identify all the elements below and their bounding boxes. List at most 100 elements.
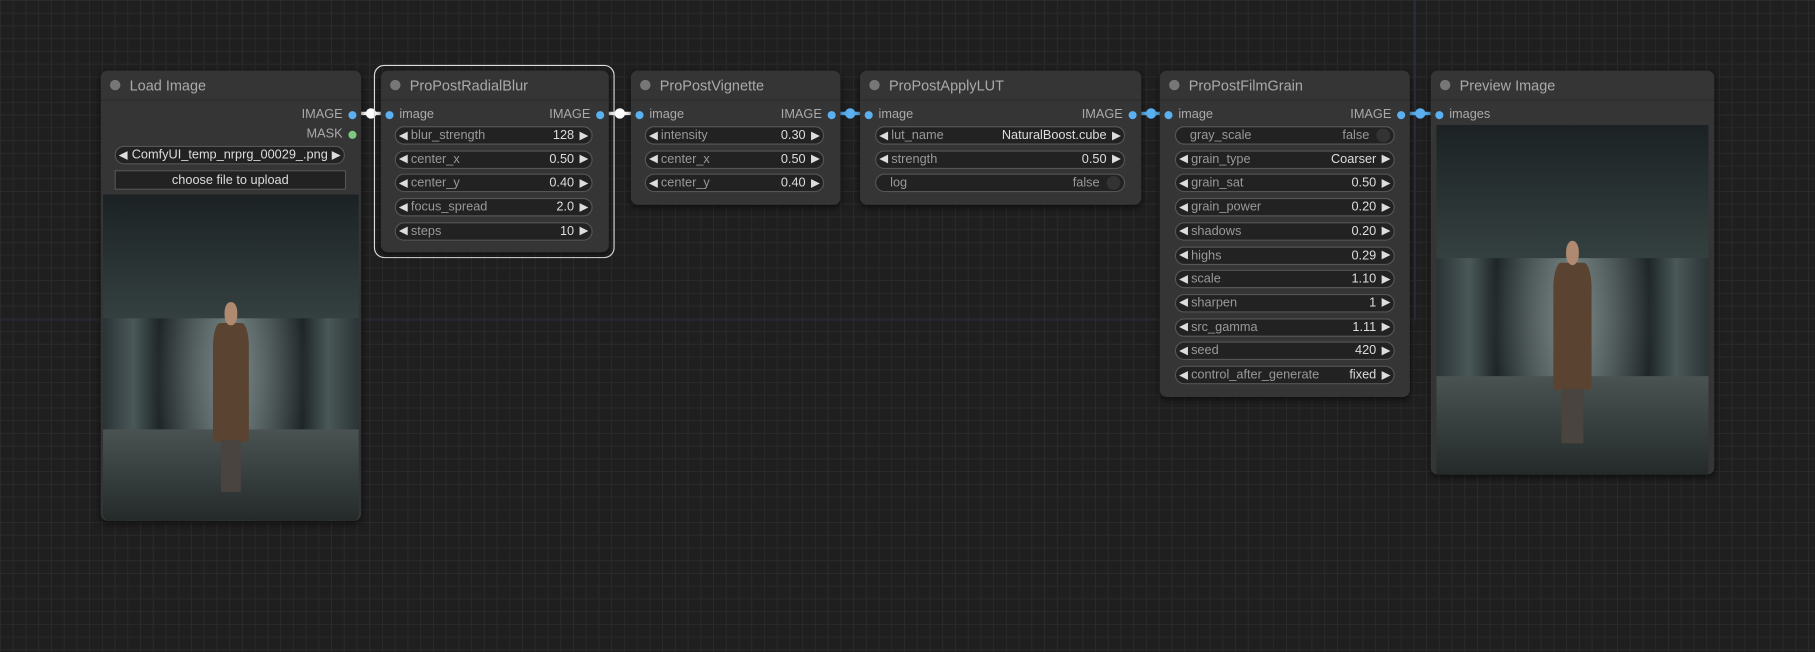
widget-focus-spread[interactable]: ◀ focus_spread 2.0 ▶ (394, 198, 593, 217)
link-center-marker[interactable] (1145, 108, 1157, 119)
input-image[interactable]: image (1164, 106, 1213, 122)
output-image[interactable]: IMAGE (549, 106, 605, 122)
arrow-left-icon[interactable]: ◀ (396, 177, 411, 190)
arrow-right-icon[interactable]: ▶ (1109, 129, 1124, 142)
arrow-right-icon[interactable]: ▶ (808, 129, 823, 142)
collapse-dot-icon[interactable] (869, 79, 880, 91)
widget-log[interactable]: log false (875, 174, 1126, 193)
arrow-right-icon[interactable]: ▶ (1109, 153, 1124, 166)
arrow-right-icon[interactable]: ▶ (1379, 273, 1394, 286)
arrow-left-icon[interactable]: ◀ (1176, 273, 1191, 286)
arrow-left-icon[interactable]: ◀ (1176, 249, 1191, 262)
input-images[interactable]: images (1435, 106, 1490, 122)
widget-lut-name[interactable]: ◀ lut_name NaturalBoost.cube ▶ (875, 126, 1126, 145)
widget-center-y[interactable]: ◀ center_y 0.40 ▶ (644, 174, 825, 193)
slot-pin-icon[interactable] (827, 110, 836, 119)
widget-strength[interactable]: ◀ strength 0.50 ▶ (875, 150, 1126, 169)
widget-intensity[interactable]: ◀ intensity 0.30 ▶ (644, 126, 825, 145)
input-image[interactable]: image (864, 106, 913, 122)
arrow-left-icon[interactable]: ◀ (646, 129, 661, 142)
node-title[interactable]: Preview Image (1430, 71, 1715, 101)
arrow-right-icon[interactable]: ▶ (1379, 177, 1394, 190)
widget-gray-scale[interactable]: gray_scale false (1174, 126, 1395, 145)
widget-shadows[interactable]: ◀ shadows 0.20 ▶ (1174, 222, 1395, 241)
arrow-right-icon[interactable]: ▶ (1379, 345, 1394, 358)
arrow-right-icon[interactable]: ▶ (576, 201, 591, 214)
widget-control-after-generate[interactable]: ◀ control_after_generate fixed ▶ (1174, 365, 1395, 385)
node-title[interactable]: ProPostApplyLUT (860, 71, 1142, 101)
slot-pin-icon[interactable] (348, 130, 357, 139)
slot-pin-icon[interactable] (385, 110, 394, 119)
output-mask[interactable]: MASK (307, 126, 357, 142)
widget-steps[interactable]: ◀ steps 10 ▶ (394, 222, 593, 241)
node-propost-radial-blur[interactable]: ProPostRadialBlur image IMAGE ◀ blur_stren… (380, 70, 609, 253)
link-center-marker[interactable] (614, 108, 626, 119)
collapse-dot-icon[interactable] (1169, 79, 1180, 91)
upload-button[interactable]: choose file to upload (114, 170, 347, 190)
widget-src-gamma[interactable]: ◀ src_gamma 1.11 ▶ (1174, 317, 1395, 337)
collapse-dot-icon[interactable] (390, 79, 401, 91)
widget-blur-strength[interactable]: ◀ blur_strength 128 ▶ (394, 126, 593, 145)
arrow-right-icon[interactable]: ▶ (576, 225, 591, 238)
arrow-left-icon[interactable]: ◀ (116, 149, 131, 162)
output-image[interactable]: IMAGE (781, 106, 836, 122)
widget-grain-sat[interactable]: ◀ grain_sat 0.50 ▶ (1174, 174, 1395, 193)
arrow-left-icon[interactable]: ◀ (1176, 321, 1191, 334)
arrow-right-icon[interactable]: ▶ (1379, 225, 1394, 238)
arrow-right-icon[interactable]: ▶ (808, 177, 823, 190)
output-image[interactable]: IMAGE (302, 106, 357, 122)
widget-center-y[interactable]: ◀ center_y 0.40 ▶ (394, 174, 593, 193)
arrow-right-icon[interactable]: ▶ (576, 177, 591, 190)
widget-center-x[interactable]: ◀ center_x 0.50 ▶ (394, 150, 593, 169)
link-center-marker[interactable] (844, 108, 856, 119)
slot-pin-icon[interactable] (1128, 110, 1137, 119)
arrow-left-icon[interactable]: ◀ (1176, 201, 1191, 214)
slot-pin-icon[interactable] (1397, 110, 1406, 119)
arrow-left-icon[interactable]: ◀ (396, 129, 411, 142)
arrow-right-icon[interactable]: ▶ (329, 149, 344, 162)
arrow-right-icon[interactable]: ▶ (808, 153, 823, 166)
arrow-right-icon[interactable]: ▶ (1379, 249, 1394, 262)
node-propost-film-grain[interactable]: ProPostFilmGrain image IMAGE gray_scale fa… (1159, 70, 1410, 398)
output-image[interactable]: IMAGE (1350, 106, 1406, 122)
slot-pin-icon[interactable] (1164, 110, 1173, 119)
arrow-right-icon[interactable]: ▶ (1379, 369, 1394, 382)
widget-highs[interactable]: ◀ highs 0.29 ▶ (1174, 245, 1395, 265)
arrow-left-icon[interactable]: ◀ (876, 153, 891, 166)
arrow-right-icon[interactable]: ▶ (1379, 321, 1394, 334)
widget-grain-power[interactable]: ◀ grain_power 0.20 ▶ (1174, 198, 1395, 217)
toggle-icon[interactable] (1106, 176, 1121, 191)
arrow-right-icon[interactable]: ▶ (576, 153, 591, 166)
arrow-left-icon[interactable]: ◀ (396, 225, 411, 238)
node-title[interactable]: ProPostRadialBlur (380, 71, 609, 101)
slot-pin-icon[interactable] (864, 110, 873, 119)
link-center-marker[interactable] (1415, 108, 1426, 119)
slot-pin-icon[interactable] (1435, 110, 1444, 119)
widget-seed[interactable]: ◀ seed 420 ▶ (1174, 341, 1395, 361)
arrow-left-icon[interactable]: ◀ (1176, 369, 1191, 382)
node-load-image[interactable]: Load Image IMAGE MASK ◀ ComfyUI_temp_nrpr… (100, 70, 362, 521)
node-canvas[interactable]: Load Image IMAGE MASK ◀ ComfyUI_temp_nrpr… (0, 0, 1815, 652)
collapse-dot-icon[interactable] (109, 79, 121, 91)
widget-grain-type[interactable]: ◀ grain_type Coarser ▶ (1174, 150, 1395, 169)
arrow-right-icon[interactable]: ▶ (576, 129, 591, 142)
collapse-dot-icon[interactable] (640, 79, 651, 91)
arrow-left-icon[interactable]: ◀ (1176, 297, 1191, 310)
image-combo[interactable]: ◀ ComfyUI_temp_nrprg_00029_.png ▶ (114, 145, 345, 165)
arrow-left-icon[interactable]: ◀ (1176, 345, 1191, 358)
arrow-right-icon[interactable]: ▶ (1379, 201, 1394, 214)
input-image[interactable]: image (635, 106, 684, 122)
arrow-left-icon[interactable]: ◀ (646, 177, 661, 190)
arrow-left-icon[interactable]: ◀ (396, 201, 411, 214)
arrow-right-icon[interactable]: ▶ (1379, 153, 1394, 166)
node-propost-apply-lut[interactable]: ProPostApplyLUT image IMAGE ◀ lut_name Natu… (860, 70, 1142, 205)
node-preview-image[interactable]: Preview Image images (1430, 70, 1715, 475)
widget-center-x[interactable]: ◀ center_x 0.50 ▶ (644, 150, 825, 169)
widget-sharpen[interactable]: ◀ sharpen 1 ▶ (1174, 293, 1395, 313)
input-image[interactable]: image (385, 106, 434, 122)
widget-scale[interactable]: ◀ scale 1.10 ▶ (1174, 269, 1395, 289)
collapse-dot-icon[interactable] (1439, 79, 1451, 91)
node-propost-vignette[interactable]: ProPostVignette image IMAGE ◀ intensity 0.3… (630, 70, 841, 205)
arrow-left-icon[interactable]: ◀ (1176, 225, 1191, 238)
node-title[interactable]: ProPostVignette (630, 71, 841, 101)
